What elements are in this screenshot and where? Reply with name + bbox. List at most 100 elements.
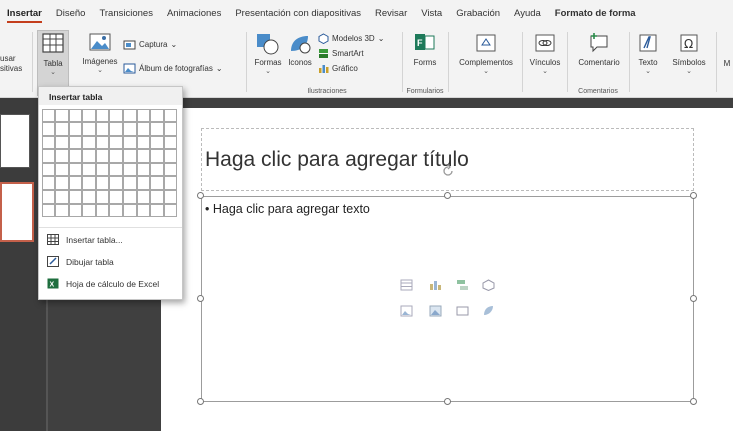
table-grid-cell[interactable] bbox=[82, 135, 96, 150]
table-grid-cell[interactable] bbox=[123, 108, 137, 123]
table-grid-cell[interactable] bbox=[150, 162, 164, 177]
table-grid-cell[interactable] bbox=[82, 190, 96, 204]
table-grid-cell[interactable] bbox=[41, 135, 56, 150]
table-grid-cell[interactable] bbox=[163, 203, 178, 218]
resize-handle[interactable] bbox=[197, 398, 204, 405]
tab-revisar[interactable]: Revisar bbox=[368, 0, 414, 28]
table-grid-cell[interactable] bbox=[41, 203, 56, 218]
table-grid-cell[interactable] bbox=[109, 149, 124, 163]
table-grid-cell[interactable] bbox=[123, 122, 137, 136]
table-grid-cell[interactable] bbox=[55, 135, 69, 150]
table-grid-cell[interactable] bbox=[82, 203, 96, 218]
content-placeholder-box[interactable] bbox=[201, 196, 694, 402]
insert-3d-model-icon[interactable] bbox=[482, 279, 495, 291]
table-grid-cell[interactable] bbox=[41, 162, 56, 177]
simbolos-button[interactable]: Ω Símbolos ⌄ bbox=[668, 33, 710, 75]
insert-icon-icon[interactable] bbox=[482, 305, 495, 317]
insert-stock-image-icon[interactable] bbox=[429, 305, 442, 317]
table-grid-cell[interactable] bbox=[123, 149, 137, 163]
table-grid-cell[interactable] bbox=[82, 122, 96, 136]
table-grid-cell[interactable] bbox=[41, 108, 56, 123]
table-grid-cell[interactable] bbox=[123, 135, 137, 150]
table-grid-cell[interactable] bbox=[136, 108, 151, 123]
tab-vista[interactable]: Vista bbox=[414, 0, 449, 28]
tab-formato-de-forma[interactable]: Formato de forma bbox=[548, 0, 643, 28]
table-grid-cell[interactable] bbox=[68, 135, 83, 150]
table-grid-cell[interactable] bbox=[68, 149, 83, 163]
tab-ayuda[interactable]: Ayuda bbox=[507, 0, 548, 28]
overflow-label[interactable]: M bbox=[722, 59, 732, 69]
table-grid-cell[interactable] bbox=[82, 176, 96, 191]
table-grid-cell[interactable] bbox=[95, 162, 110, 177]
table-grid-cell[interactable] bbox=[55, 190, 69, 204]
album-button[interactable]: Álbum de fotografías ⌄ bbox=[123, 63, 223, 74]
insert-chart-icon[interactable] bbox=[429, 279, 442, 291]
table-grid-cell[interactable] bbox=[68, 108, 83, 123]
title-placeholder-text[interactable]: Haga clic para agregar título bbox=[205, 148, 469, 172]
table-grid-cell[interactable] bbox=[163, 149, 178, 163]
table-grid-cell[interactable] bbox=[68, 122, 83, 136]
rotate-handle-icon[interactable] bbox=[441, 164, 455, 178]
table-grid-cell[interactable] bbox=[109, 135, 124, 150]
hoja-excel-item[interactable]: X Hoja de cálculo de Excel bbox=[47, 278, 159, 289]
table-grid-cell[interactable] bbox=[136, 135, 151, 150]
table-grid-cell[interactable] bbox=[123, 176, 137, 191]
imagenes-button[interactable]: Imágenes ⌄ bbox=[79, 33, 121, 74]
table-grid-cell[interactable] bbox=[150, 108, 164, 123]
table-grid-cell[interactable] bbox=[68, 190, 83, 204]
table-grid-cell[interactable] bbox=[109, 203, 124, 218]
tab-grabacion[interactable]: Grabación bbox=[449, 0, 507, 28]
table-grid-cell[interactable] bbox=[163, 176, 178, 191]
table-grid-cell[interactable] bbox=[136, 122, 151, 136]
table-grid-cell[interactable] bbox=[150, 122, 164, 136]
table-grid-cell[interactable] bbox=[95, 135, 110, 150]
table-grid-cell[interactable] bbox=[41, 122, 56, 136]
resize-handle[interactable] bbox=[197, 192, 204, 199]
table-grid-cell[interactable] bbox=[123, 203, 137, 218]
iconos-button[interactable]: Iconos bbox=[285, 33, 315, 68]
table-grid-cell[interactable] bbox=[41, 190, 56, 204]
table-grid-cell[interactable] bbox=[163, 162, 178, 177]
table-grid-cell[interactable] bbox=[136, 176, 151, 191]
resize-handle[interactable] bbox=[444, 192, 451, 199]
table-grid-cell[interactable] bbox=[109, 162, 124, 177]
resize-handle[interactable] bbox=[690, 398, 697, 405]
formas-button[interactable]: Formas ⌄ bbox=[252, 33, 284, 75]
comentario-button[interactable]: Comentario bbox=[571, 31, 627, 68]
complementos-button[interactable]: Complementos ⌄ bbox=[452, 33, 520, 75]
table-grid-cell[interactable] bbox=[95, 149, 110, 163]
table-grid-cell[interactable] bbox=[136, 149, 151, 163]
table-grid-cell[interactable] bbox=[163, 108, 178, 123]
table-grid-cell[interactable] bbox=[55, 203, 69, 218]
table-grid-cell[interactable] bbox=[123, 162, 137, 177]
insert-smartart-icon[interactable] bbox=[456, 279, 469, 291]
resize-handle[interactable] bbox=[690, 295, 697, 302]
table-grid-cell[interactable] bbox=[109, 190, 124, 204]
table-grid-cell[interactable] bbox=[163, 190, 178, 204]
modelos3d-button[interactable]: Modelos 3D ⌄ bbox=[318, 33, 384, 44]
table-grid-cell[interactable] bbox=[109, 108, 124, 123]
tab-presentacion[interactable]: Presentación con diapositivas bbox=[228, 0, 368, 28]
smartart-button[interactable]: SmartArt bbox=[318, 48, 364, 59]
table-grid-cell[interactable] bbox=[95, 108, 110, 123]
table-grid-cell[interactable] bbox=[55, 162, 69, 177]
table-grid-cell[interactable] bbox=[109, 176, 124, 191]
table-grid-cell[interactable] bbox=[163, 135, 178, 150]
table-grid-cell[interactable] bbox=[95, 176, 110, 191]
table-grid-cell[interactable] bbox=[68, 162, 83, 177]
insertar-tabla-item[interactable]: Insertar tabla... bbox=[47, 234, 123, 245]
tab-diseno[interactable]: Diseño bbox=[49, 0, 93, 28]
table-grid-cell[interactable] bbox=[95, 122, 110, 136]
table-grid-cell[interactable] bbox=[150, 190, 164, 204]
dibujar-tabla-item[interactable]: Dibujar tabla bbox=[47, 256, 114, 267]
captura-button[interactable]: Captura ⌄ bbox=[123, 39, 177, 50]
table-grid-cell[interactable] bbox=[95, 190, 110, 204]
insert-table-icon[interactable] bbox=[400, 279, 413, 291]
table-grid-cell[interactable] bbox=[55, 122, 69, 136]
table-grid-cell[interactable] bbox=[55, 108, 69, 123]
table-grid-cell[interactable] bbox=[136, 203, 151, 218]
reuse-slides-button[interactable]: usar sitivas bbox=[0, 34, 28, 74]
table-grid-cell[interactable] bbox=[95, 203, 110, 218]
table-grid-cell[interactable] bbox=[68, 203, 83, 218]
table-grid-cell[interactable] bbox=[82, 149, 96, 163]
